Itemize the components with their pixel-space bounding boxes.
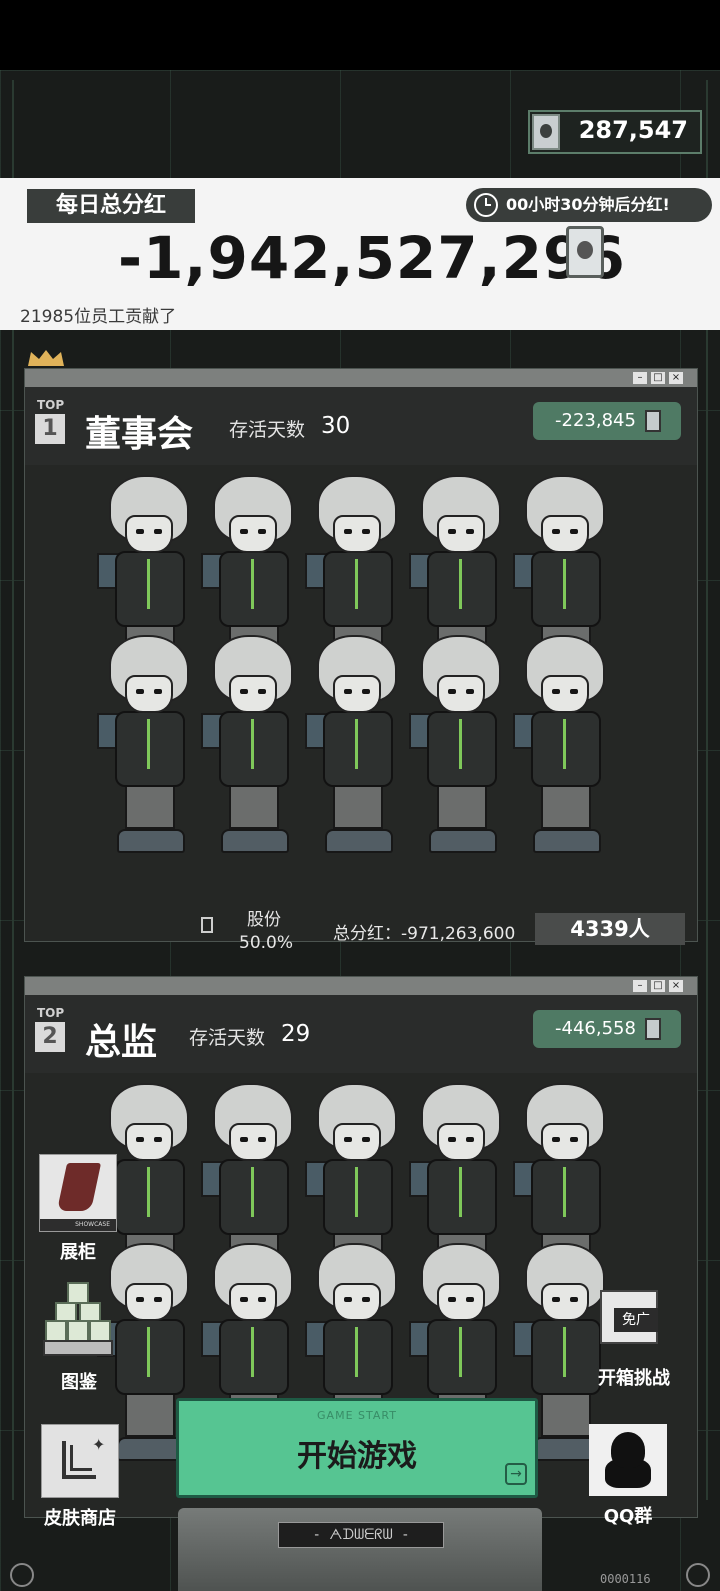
dial-icon [10,1563,34,1587]
score-badge: -446,558 [533,1010,681,1048]
character-sprite [407,635,515,867]
close-icon[interactable]: × [669,980,683,992]
dividend-label: 每日总分红 [27,189,195,223]
status-bar [0,0,720,70]
close-icon[interactable]: × [669,372,683,384]
currency-counter: 287,547 [528,110,702,154]
rank-header: TOP 2 总监 存活天数 29 -446,558 [25,995,697,1073]
character-sprite [303,635,411,867]
qq-group-label: QQ群 [603,1506,653,1527]
window-titlebar: – □ × [25,977,697,995]
rank-name: 总监 [85,1022,158,1063]
people-count: 4339人 [535,913,685,945]
clipboard-icon [201,917,213,933]
character-sprite [199,635,307,867]
atlas-label: 图鉴 [61,1372,97,1393]
crown-icon [28,350,64,366]
version-counter: 0000116 [600,1572,651,1586]
showcase-button[interactable]: SHOWCASE 展柜 [36,1154,120,1264]
qq-group-button[interactable]: QQ群 [586,1424,670,1528]
minimize-icon[interactable]: – [633,372,647,384]
top-label: TOP [37,1006,65,1020]
qq-penguin-icon [589,1424,667,1496]
total-dividend: 总分红：-971,263,600 [333,924,516,944]
maximize-icon[interactable]: □ [651,980,665,992]
start-game-button[interactable]: GAME START 开始游戏 → [176,1398,538,1498]
dial-icon [686,1563,710,1587]
rank-header: TOP 1 董事会 存活天数 30 -223,845 [25,387,697,465]
survival-days-label: 存活天数 [229,419,306,441]
box-challenge-label: 开箱挑战 [598,1368,670,1389]
dividend-value: -1,942,527,296 [118,224,626,292]
skin-shop-label: 皮肤商店 [44,1508,116,1529]
no-ads-tag: 免广 [614,1308,658,1332]
rank-name: 董事会 [85,414,194,455]
box-challenge-icon: 免广 [594,1282,674,1358]
card-currency-icon [566,226,604,278]
atlas-icon [39,1282,119,1362]
showcase-label: 展柜 [60,1242,96,1263]
rank-card-1[interactable]: – □ × TOP 1 董事会 存活天数 30 -223,845 股份 50.0… [24,368,698,953]
plate-label: - ᗅᗪᗯᗴᖇᗯ - [278,1522,444,1548]
rank-body: 股份 50.0% 总分红：-971,263,600 4339人 [25,465,697,953]
score-badge: -223,845 [533,402,681,440]
bottom-plate: - ᗅᗪᗯᗴᖇᗯ - [178,1508,542,1591]
card-currency-icon [532,114,560,150]
character-sprite [511,635,619,867]
skin-shop-button[interactable]: ✦ 皮肤商店 [36,1424,124,1530]
arrow-right-icon: → [505,1463,527,1485]
box-challenge-button[interactable]: 免广 开箱挑战 [586,1282,682,1390]
showcase-icon: SHOWCASE [39,1154,117,1232]
clock-icon [474,193,498,217]
rank-number: 1 [35,414,65,444]
survival-days-value: 30 [321,413,351,439]
survival-days-label: 存活天数 [189,1027,266,1049]
start-label: 开始游戏 [297,1439,417,1474]
rank-number: 2 [35,1022,65,1052]
minimize-icon[interactable]: – [633,980,647,992]
shares-percent: 50.0% [239,933,294,953]
survival-days-value: 29 [281,1021,311,1047]
dividend-panel: 每日总分红 00小时30分钟后分红! -1,942,527,296 21985位… [0,178,720,330]
atlas-button[interactable]: 图鉴 [36,1282,122,1394]
contributors-text: 21985位员工贡献了 [20,307,177,327]
score-value: -223,845 [555,410,636,431]
maximize-icon[interactable]: □ [651,372,665,384]
dividend-timer: 00小时30分钟后分红! [466,188,712,222]
timer-text: 00小时30分钟后分红! [506,195,670,214]
shares-label: 股份 [247,910,281,930]
showcase-strip: SHOWCASE [40,1219,116,1231]
character-sprite [95,635,203,867]
skin-shop-icon: ✦ [41,1424,119,1498]
currency-value: 287,547 [578,116,688,144]
top-label: TOP [37,398,65,412]
card-currency-icon [645,410,661,432]
card-currency-icon [645,1018,661,1040]
start-sub-label: GAME START [317,1409,397,1422]
window-titlebar: – □ × [25,369,697,387]
score-value: -446,558 [555,1018,636,1039]
